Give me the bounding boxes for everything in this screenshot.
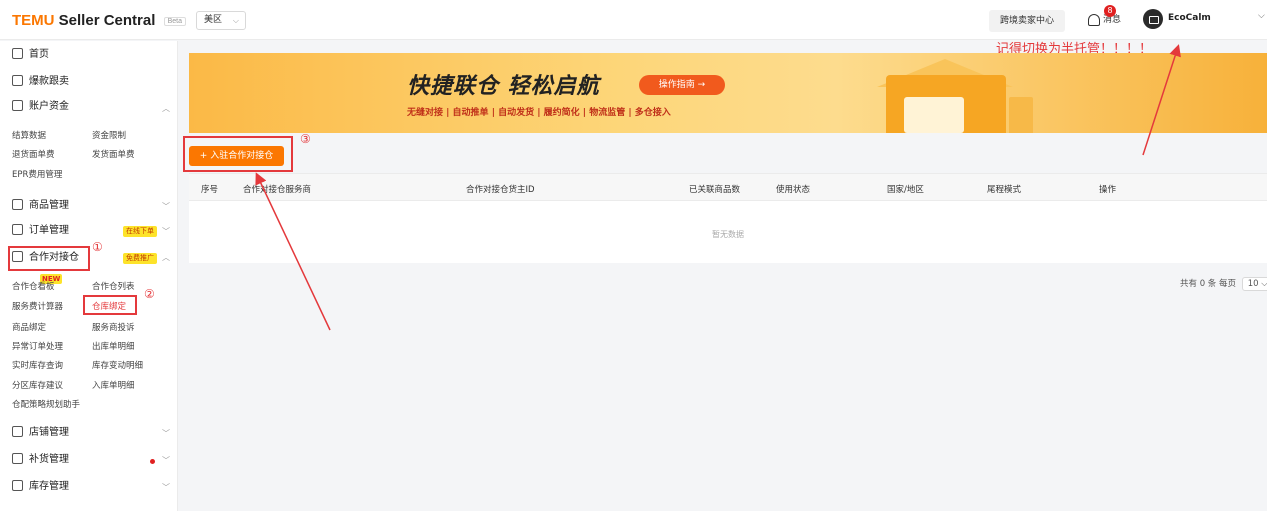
warehouse-illustration-boxes [1009, 97, 1033, 133]
pager-total: 共有 0 条 每页 [1180, 279, 1237, 289]
column-header: 使用状态 [776, 185, 811, 195]
logo[interactable]: TEMU Seller Central Beta [12, 12, 186, 29]
sidebar-item-product-mgmt[interactable]: 商品管理 [12, 196, 69, 216]
chevron-down-icon[interactable]: ﹀ [162, 226, 170, 237]
sidebar: 首页 爆款跟卖 账户资金 ︿ 结算数据 资金限制 退货面单费 发货面单费 EPR… [0, 41, 178, 511]
sidebar-item-label: 补货管理 [29, 454, 69, 465]
cart-icon [12, 74, 23, 86]
sidebar-item-label: 订单管理 [29, 225, 69, 236]
sidebar-subitem[interactable]: EPR费用管理 [12, 168, 62, 180]
chevron-up-icon[interactable]: ︿ [162, 252, 170, 263]
sidebar-subitem[interactable]: 实时库存查询 [12, 359, 63, 371]
warehouse-table: 序号 合作对接仓服务商 合作对接仓货主ID 已关联商品数 使用状态 国家/地区 … [189, 173, 1267, 263]
restock-icon [12, 452, 23, 464]
annotation-mark-2: ② [144, 287, 155, 301]
page-size-select[interactable]: 10 ⌵ [1241, 277, 1267, 291]
sidebar-subitem[interactable]: 商品绑定 [12, 321, 46, 333]
sidebar-subitem[interactable]: 服务商投诉 [92, 321, 135, 333]
column-header: 合作对接仓货主ID [466, 185, 535, 195]
sidebar-item-label: 首页 [29, 49, 49, 60]
annotation-box-3 [183, 136, 293, 172]
notification-dot [150, 459, 155, 464]
beta-badge: Beta [163, 16, 186, 26]
logo-text: Seller Central [58, 12, 156, 29]
sidebar-subitem[interactable]: 库存变动明细 [92, 359, 143, 371]
avatar[interactable] [1143, 9, 1163, 29]
sidebar-item-label: 库存管理 [29, 481, 69, 492]
chevron-down-icon[interactable]: ﹀ [162, 428, 170, 439]
pagination: 共有 0 条 每页 10 ⌵ [1180, 277, 1267, 291]
sidebar-subitem[interactable]: 入库单明细 [92, 379, 135, 391]
sidebar-item-order-mgmt[interactable]: 订单管理 [12, 221, 69, 241]
column-header: 国家/地区 [887, 185, 924, 195]
column-header: 尾程模式 [987, 185, 1022, 195]
sidebar-subitem[interactable]: 合作仓看板 [12, 280, 55, 292]
guide-button[interactable]: 操作指南 → [639, 75, 725, 95]
chevron-down-icon[interactable]: ⌵ [1258, 11, 1265, 21]
sidebar-subitem[interactable]: 合作仓列表 [92, 280, 135, 292]
banner-title: 快捷联仓 轻松启航 [407, 74, 600, 99]
annotation-mark-1: ① [92, 240, 103, 254]
annotation-mark-3: ③ [300, 132, 311, 146]
chevron-up-icon[interactable]: ︿ [162, 103, 170, 114]
sidebar-subitem[interactable]: 发货面单费 [92, 148, 135, 160]
table-header: 序号 合作对接仓服务商 合作对接仓货主ID 已关联商品数 使用状态 国家/地区 … [189, 174, 1267, 201]
column-header: 操作 [1099, 185, 1117, 195]
messages-badge: 8 [1104, 5, 1116, 17]
sidebar-subitem[interactable]: 异常订单处理 [12, 340, 63, 352]
bell-icon [1088, 13, 1100, 26]
annotation-box-1 [8, 246, 90, 271]
chevron-down-icon[interactable]: ﹀ [162, 455, 170, 466]
region-value: 美区 [204, 15, 223, 25]
user-name[interactable]: EcoCalm [1168, 13, 1211, 23]
inventory-icon [12, 479, 23, 491]
banner-features: 无缝对接 | 自动推单 | 自动发货 | 履约简化 | 物流监管 | 多仓接入 [407, 108, 671, 118]
sidebar-item-home[interactable]: 首页 [12, 45, 49, 65]
sidebar-item-label: 爆款跟卖 [29, 76, 69, 87]
sidebar-item-hot-follow[interactable]: 爆款跟卖 [12, 72, 69, 92]
top-bar: TEMU Seller Central Beta 美区 ⌵ 跨境卖家中心 消息 … [0, 0, 1267, 40]
sidebar-subitem[interactable]: 仓配策略规划助手 [12, 398, 80, 410]
sidebar-item-label: 店铺管理 [29, 427, 69, 438]
home-icon [12, 47, 23, 59]
sidebar-subitem[interactable]: 分区库存建议 [12, 379, 63, 391]
free-promo-tag: 免费推广 [123, 253, 157, 264]
annotation-box-2 [83, 295, 137, 315]
sidebar-subitem[interactable]: 资金限制 [92, 129, 126, 141]
sidebar-subitem[interactable]: 服务费计算器 [12, 300, 63, 312]
sidebar-item-restock-mgmt[interactable]: 补货管理 [12, 450, 69, 470]
box-icon [12, 198, 23, 210]
sidebar-item-label: 账户资金 [29, 101, 69, 112]
sidebar-item-shop-mgmt[interactable]: 店铺管理 [12, 423, 69, 443]
page-size-value: 10 [1247, 279, 1259, 289]
sidebar-subitem[interactable]: 出库单明细 [92, 340, 135, 352]
logo-brand: TEMU [12, 12, 55, 29]
warehouse-illustration-door [904, 97, 964, 133]
sidebar-subitem[interactable]: 结算数据 [12, 129, 46, 141]
shop-icon [12, 425, 23, 437]
promo-banner: 快捷联仓 轻松启航 操作指南 → 无缝对接 | 自动推单 | 自动发货 | 履约… [189, 53, 1267, 133]
column-header: 已关联商品数 [689, 185, 741, 195]
wallet-icon [12, 99, 23, 111]
order-online-tag: 在线下单 [123, 226, 157, 237]
sidebar-item-account-funds[interactable]: 账户资金 [12, 97, 69, 117]
column-header: 序号 [201, 185, 219, 195]
chevron-down-icon[interactable]: ﹀ [162, 482, 170, 493]
cross-border-center-button[interactable]: 跨境卖家中心 [989, 10, 1065, 32]
chevron-down-icon[interactable]: ﹀ [162, 201, 170, 212]
column-header: 合作对接仓服务商 [243, 185, 312, 195]
chevron-down-icon: ⌵ [232, 16, 239, 25]
sidebar-item-inventory-mgmt[interactable]: 库存管理 [12, 477, 69, 497]
cart-icon [12, 223, 23, 235]
region-select[interactable]: 美区 ⌵ [196, 11, 246, 30]
sidebar-item-label: 商品管理 [29, 200, 69, 211]
sidebar-subitem[interactable]: 退货面单费 [12, 148, 55, 160]
empty-state: 暂无数据 [712, 230, 744, 239]
